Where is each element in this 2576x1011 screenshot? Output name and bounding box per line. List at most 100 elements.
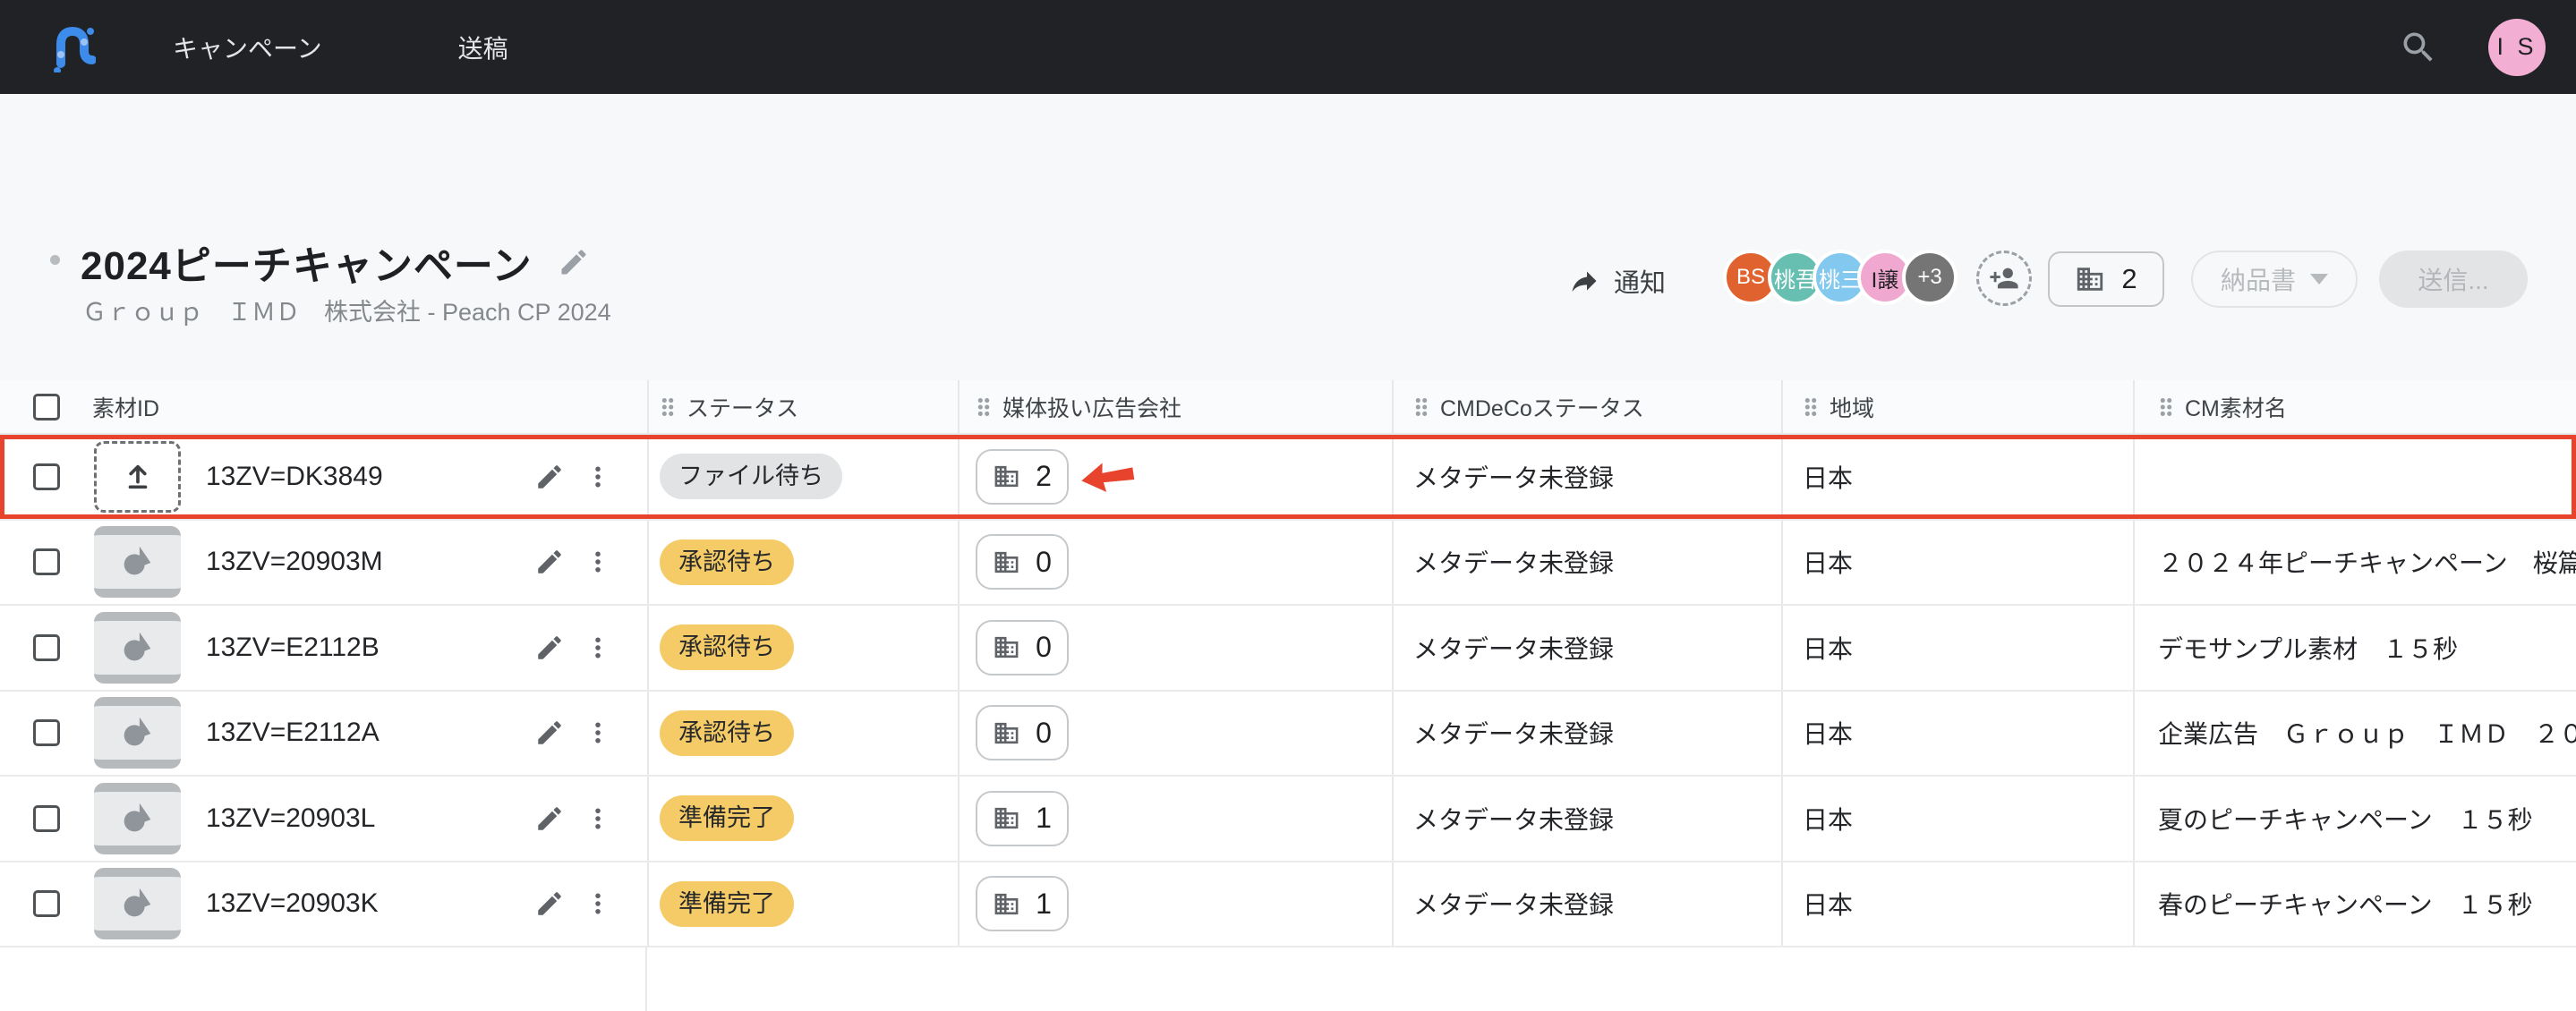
material-thumbnail (94, 868, 181, 939)
agency-count: 0 (1036, 717, 1052, 750)
cmdeco-status: メタデータ未登録 (1413, 715, 1614, 751)
material-logo-glyph (117, 883, 158, 924)
material-logo-glyph (117, 627, 158, 668)
cmdeco-status: メタデータ未登録 (1413, 544, 1614, 580)
building-icon (993, 804, 1020, 832)
cm-material-name: 企業広告 Ｇｒｏｕｐ ＩＭＤ ２０ (2158, 715, 2576, 751)
building-icon (993, 548, 1020, 576)
material-logo-glyph (117, 541, 158, 582)
table-row[interactable]: 13ZV=20903L 準備完了 1 メタデータ未登録 日本 夏のピーチキャンペ… (0, 777, 2576, 862)
highlight-arrow-icon (1079, 455, 1139, 499)
drag-handle-icon[interactable] (976, 395, 992, 419)
status-badge: 承認待ち (660, 539, 794, 585)
table-row[interactable]: 13ZV=20903K 準備完了 1 メタデータ未登録 日本 春のピーチキャンペ… (0, 862, 2576, 948)
material-thumbnail (94, 612, 181, 684)
edit-icon[interactable] (534, 462, 565, 492)
table-body: 13ZV=DK3849 ファイル待ち 2 メタデータ未登録 日本 13ZV (0, 435, 2576, 947)
drag-handle-icon[interactable] (2158, 395, 2174, 419)
upload-icon (123, 462, 153, 492)
agency-count: 0 (1036, 631, 1052, 664)
table-row[interactable]: 13ZV=20903M 承認待ち 0 メタデータ未登録 日本 ２０２４年ピーチキ… (0, 521, 2576, 607)
region: 日本 (1803, 459, 1853, 495)
kebab-menu-icon[interactable] (584, 633, 611, 663)
cmdeco-status: メタデータ未登録 (1413, 630, 1614, 666)
material-id: 13ZV=20903K (206, 888, 534, 919)
status-badge: 承認待ち (660, 710, 794, 756)
edit-icon[interactable] (534, 803, 565, 834)
table-row[interactable]: 13ZV=E2112B 承認待ち 0 メタデータ未登録 日本 デモサンプル素材 … (0, 606, 2576, 692)
cm-material-name: デモサンプル素材 １５秒 (2158, 630, 2458, 666)
kebab-menu-icon[interactable] (584, 803, 611, 834)
table-row[interactable]: 13ZV=DK3849 ファイル待ち 2 メタデータ未登録 日本 (0, 435, 2576, 521)
upload-placeholder[interactable] (94, 441, 181, 513)
material-thumbnail (94, 783, 181, 854)
edit-icon[interactable] (534, 547, 565, 577)
material-id: 13ZV=20903L (206, 803, 534, 834)
cm-material-name: ２０２４年ピーチキャンペーン 桜篇 (2158, 544, 2576, 580)
kebab-menu-icon[interactable] (584, 888, 611, 919)
region: 日本 (1803, 886, 1853, 922)
drag-handle-icon[interactable] (660, 395, 676, 419)
building-icon (993, 719, 1020, 747)
column-header-cmdeco: CMDeCoステータス (1440, 391, 1644, 423)
table-filler (0, 947, 2576, 1011)
campaign-header: 2024ピーチキャンペーン Ｇｒｏｕｐ ＩＭＤ 株式会社 - Peach CP … (0, 94, 2576, 380)
agency-count-button[interactable]: 1 (976, 791, 1069, 846)
material-id: 13ZV=20903M (206, 547, 534, 577)
table-row[interactable]: 13ZV=E2112A 承認待ち 0 メタデータ未登録 日本 企業広告 Ｇｒｏｕ… (0, 692, 2576, 777)
table-header-row: 素材ID ステータス 媒体扱い広告会社 CMDeCoステータス 地域 CM素材名 (0, 380, 2576, 435)
select-all-checkbox[interactable] (33, 394, 60, 421)
edit-icon[interactable] (534, 633, 565, 663)
materials-table: 素材ID ステータス 媒体扱い広告会社 CMDeCoステータス 地域 CM素材名 (0, 380, 2576, 1011)
region: 日本 (1803, 715, 1853, 751)
column-header-region: 地域 (1830, 391, 1874, 423)
building-icon (993, 463, 1020, 490)
drag-handle-icon[interactable] (1413, 395, 1429, 419)
drag-handle-icon[interactable] (1803, 395, 1819, 419)
column-header-status: ステータス (687, 391, 798, 423)
material-thumbnail (94, 697, 181, 769)
kebab-menu-icon[interactable] (584, 462, 611, 492)
building-icon (993, 633, 1020, 661)
material-logo-glyph (117, 712, 158, 753)
edit-icon[interactable] (534, 888, 565, 919)
top-navbar: キャンペーン 送稿 I S (0, 0, 2576, 94)
material-id: 13ZV=E2112B (206, 633, 534, 663)
region: 日本 (1803, 544, 1853, 580)
row-checkbox[interactable] (33, 548, 60, 575)
agency-count: 1 (1036, 888, 1052, 921)
row-checkbox[interactable] (33, 634, 60, 661)
agency-count-button[interactable]: 1 (976, 876, 1069, 931)
row-checkbox[interactable] (33, 719, 60, 746)
material-thumbnail (94, 526, 181, 598)
material-logo-glyph (117, 798, 158, 839)
status-badge: 準備完了 (660, 795, 794, 841)
nav-item-submission[interactable]: 送稿 (458, 30, 508, 65)
user-avatar[interactable]: I S (2488, 19, 2546, 76)
agency-count: 1 (1036, 802, 1052, 835)
kebab-menu-icon[interactable] (584, 718, 611, 748)
nav-item-campaign[interactable]: キャンペーン (173, 30, 322, 65)
column-header-agency: 媒体扱い広告会社 (1002, 391, 1181, 423)
region: 日本 (1803, 630, 1853, 666)
agency-count-button[interactable]: 0 (976, 705, 1069, 760)
material-id: 13ZV=E2112A (206, 718, 534, 748)
row-checkbox[interactable] (33, 463, 60, 490)
row-checkbox[interactable] (33, 805, 60, 832)
cm-material-name: 春のピーチキャンペーン １５秒 (2158, 886, 2533, 922)
column-header-material-id: 素材ID (92, 391, 159, 423)
kebab-menu-icon[interactable] (584, 547, 611, 577)
app-logo-icon[interactable] (51, 22, 96, 72)
agency-count: 2 (1036, 460, 1052, 493)
building-icon (993, 890, 1020, 918)
search-icon[interactable] (2399, 28, 2438, 67)
row-checkbox[interactable] (33, 890, 60, 917)
status-badge: 準備完了 (660, 881, 794, 927)
cmdeco-status: メタデータ未登録 (1413, 886, 1614, 922)
agency-count-button[interactable]: 2 (976, 449, 1069, 505)
cm-material-name: 夏のピーチキャンペーン １５秒 (2158, 801, 2533, 837)
agency-count-button[interactable]: 0 (976, 534, 1069, 590)
edit-icon[interactable] (534, 718, 565, 748)
agency-count-button[interactable]: 0 (976, 620, 1069, 675)
cmdeco-status: メタデータ未登録 (1413, 801, 1614, 837)
